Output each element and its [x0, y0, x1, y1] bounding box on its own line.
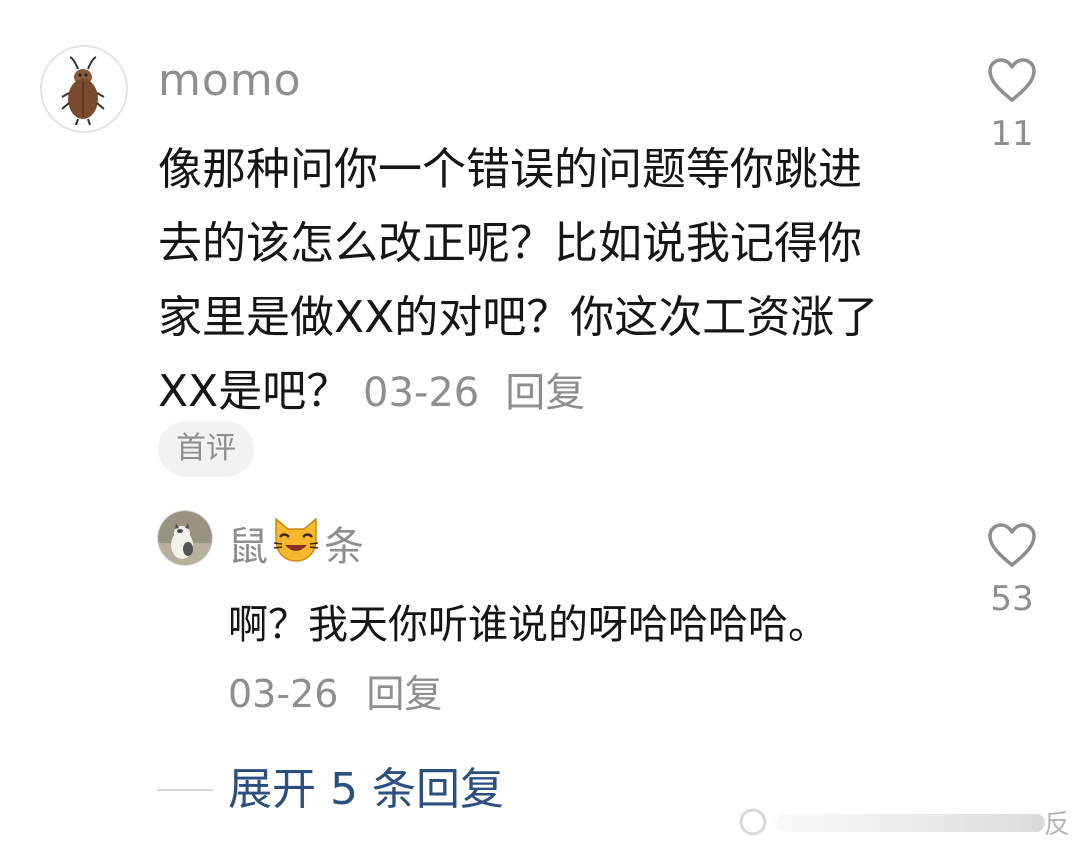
avatar[interactable] — [40, 45, 128, 133]
comment-item: momo 像那种问你一个错误的问题等你跳进 去的该怎么改正呢？比如说我记得你 家… — [0, 0, 1080, 500]
heart-icon[interactable] — [987, 58, 1037, 104]
reply-meta: 03-26 回复 — [228, 666, 442, 722]
comment-like-count: 11 — [990, 114, 1034, 154]
reply-avatar[interactable] — [157, 510, 213, 566]
expand-replies-button[interactable]: 展开 5 条回复 — [228, 762, 504, 818]
reply-like-button[interactable]: 53 — [972, 523, 1052, 619]
cockroach-avatar-icon — [42, 47, 126, 131]
reply-reply-button[interactable]: 回复 — [366, 672, 442, 716]
comment-reply-button[interactable]: 回复 — [505, 370, 585, 416]
reply-date: 03-26 — [228, 672, 339, 716]
comment-username[interactable]: momo — [158, 55, 302, 107]
comment-body: 像那种问你一个错误的问题等你跳进 去的该怎么改正呢？比如说我记得你 家里是做XX… — [158, 133, 948, 430]
reply-username[interactable]: 鼠条 — [228, 515, 364, 578]
comment-date: 03-26 — [363, 370, 480, 416]
reply-username-part: 鼠 — [228, 523, 268, 570]
expand-divider — [157, 789, 213, 791]
comment-meta: 03-26 回复 — [350, 370, 585, 416]
reply-like-count: 53 — [990, 579, 1034, 619]
cat-photo-avatar-icon — [158, 511, 212, 565]
watermark-text: 反 — [1043, 810, 1070, 840]
reply-username-part: 条 — [324, 523, 364, 570]
comment-like-button[interactable]: 11 — [972, 58, 1052, 154]
first-comment-badge: 首评 — [158, 421, 254, 477]
reply-text: 啊？我天你听谁说的呀哈哈哈哈。 — [228, 602, 828, 648]
cat-face-emoji-icon — [270, 515, 322, 578]
watermark-logo-icon — [739, 808, 1045, 836]
heart-icon[interactable] — [987, 523, 1037, 569]
